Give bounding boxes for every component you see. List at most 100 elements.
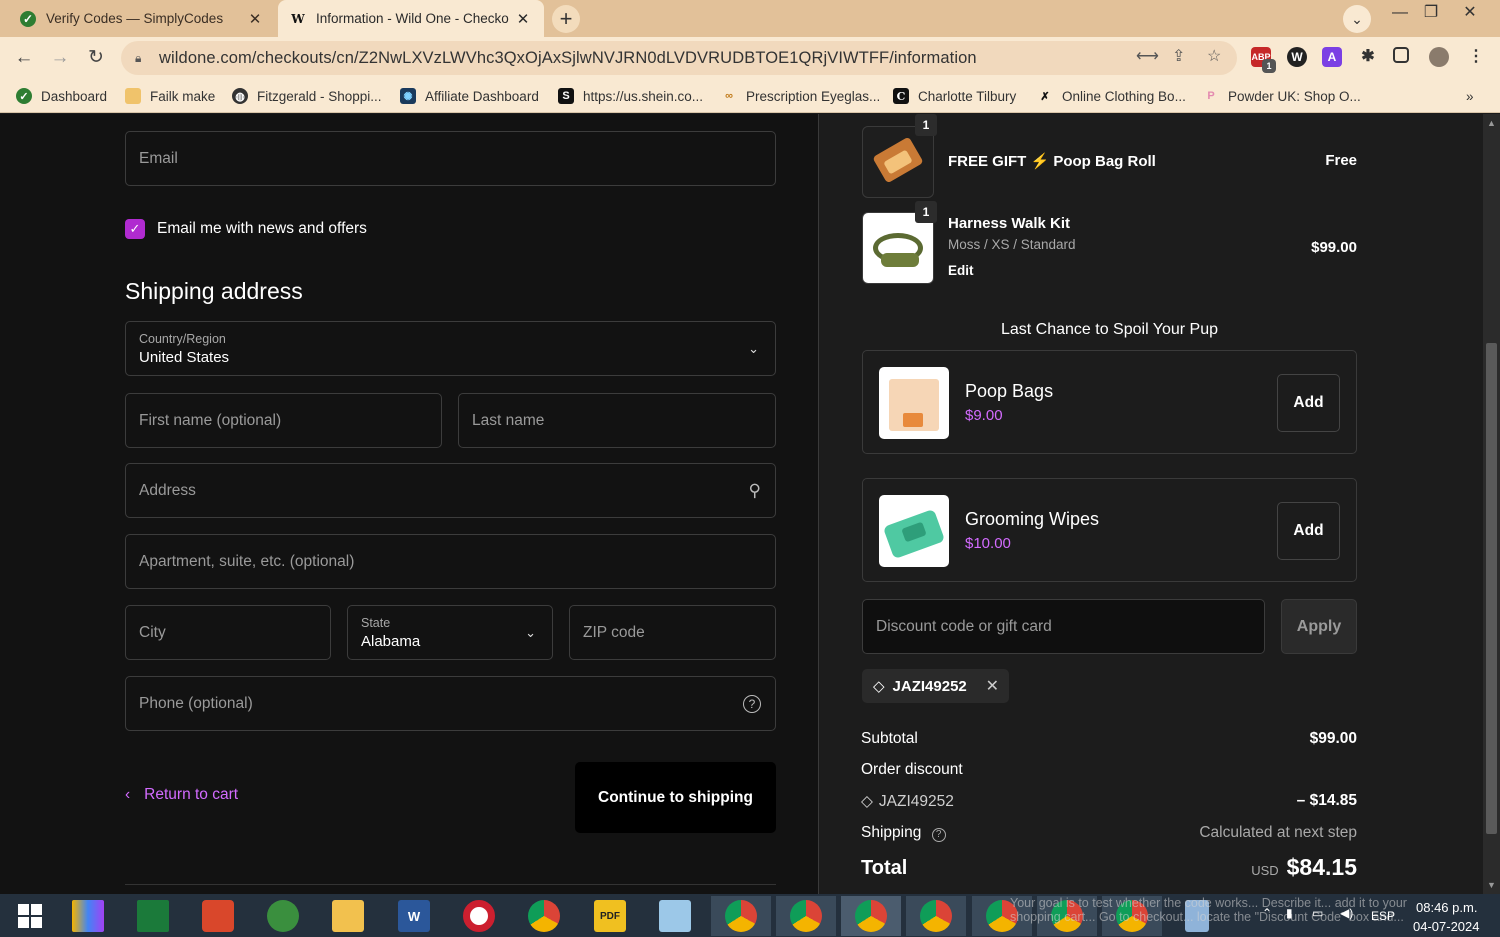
new-tab-button[interactable]: + <box>552 5 580 33</box>
bookmark-fitzgerald[interactable]: ◍ Fitzgerald - Shoppi... <box>232 85 382 107</box>
first-name-placeholder: First name (optional) <box>139 411 282 429</box>
language-indicator[interactable]: ESP <box>1371 909 1395 923</box>
close-tab-icon[interactable]: ✕ <box>246 10 264 28</box>
tab-verify-codes[interactable]: ✓ Verify Codes — SimplyCodes ✕ <box>8 0 276 37</box>
first-name-field[interactable]: First name (optional) <box>125 393 442 448</box>
country-select[interactable]: Country/Region United States ⌄ <box>125 321 776 376</box>
a-extension-icon[interactable]: A <box>1322 47 1342 67</box>
bookmark-powder-uk[interactable]: P Powder UK: Shop O... <box>1203 85 1360 107</box>
clock-time[interactable]: 08:46 p.m. <box>1416 900 1477 915</box>
total-value: $84.15 <box>1286 854 1357 880</box>
edit-item-link[interactable]: Edit <box>948 263 974 278</box>
app-paint-icon[interactable] <box>188 896 248 936</box>
phone-field[interactable]: Phone (optional) ? <box>125 676 776 731</box>
wild-extension-icon[interactable]: W <box>1287 47 1307 67</box>
tray-network-icon[interactable]: ▮ <box>1286 906 1293 920</box>
word-icon[interactable]: W <box>384 896 444 936</box>
app-colorful-icon[interactable] <box>58 896 118 936</box>
back-arrow-icon[interactable]: ← <box>11 45 37 71</box>
shipping-label: Shipping ? <box>861 824 946 842</box>
share-icon[interactable]: ⇪ <box>1172 46 1185 66</box>
file-explorer-icon[interactable] <box>318 896 378 936</box>
subtotal-label: Subtotal <box>861 730 918 747</box>
chrome-icon[interactable] <box>514 896 574 936</box>
apply-discount-button[interactable]: Apply <box>1281 599 1357 654</box>
continue-to-shipping-button[interactable]: Continue to shipping <box>575 762 776 833</box>
poop-bag-roll-image <box>862 126 934 198</box>
page-scrollbar[interactable]: ▲ ▼ <box>1483 114 1500 894</box>
bookmark-failk-make[interactable]: Failk make <box>125 85 215 107</box>
scroll-up-icon[interactable]: ▲ <box>1483 118 1500 128</box>
scroll-thumb[interactable] <box>1486 343 1497 834</box>
side-panel-icon[interactable] <box>1393 47 1409 63</box>
tray-display-icon[interactable]: ▭ <box>1312 906 1323 920</box>
apartment-field[interactable]: Apartment, suite, etc. (optional) <box>125 534 776 589</box>
profile-avatar[interactable] <box>1429 47 1449 67</box>
clock-date[interactable]: 04-07-2024 <box>1413 919 1480 934</box>
bookmark-dashboard[interactable]: ✓ Dashboard <box>16 85 107 107</box>
search-icon[interactable]: ⚲ <box>749 481 761 501</box>
pdf-icon[interactable]: PDF <box>580 896 640 936</box>
close-tab-icon[interactable]: ✕ <box>514 10 532 28</box>
chrome-window-icon[interactable] <box>776 896 836 936</box>
return-to-cart-link[interactable]: ‹ Return to cart <box>125 786 238 804</box>
scroll-down-icon[interactable]: ▼ <box>1483 880 1500 890</box>
state-select[interactable]: State Alabama ⌄ <box>347 605 553 660</box>
bookmark-affiliate-dashboard[interactable]: ✺ Affiliate Dashboard <box>400 85 539 107</box>
applied-code: JAZI49252 <box>892 677 967 695</box>
newsletter-checkbox[interactable]: ✓ <box>125 219 145 239</box>
chrome-window-icon[interactable] <box>711 896 771 936</box>
app-globe-icon[interactable] <box>253 896 313 936</box>
bookmark-star-icon[interactable]: ☆ <box>1207 46 1221 66</box>
tray-up-arrow-icon[interactable]: ⌃ <box>1262 906 1272 920</box>
email-field[interactable]: Email <box>125 131 776 186</box>
remove-code-icon[interactable]: ✕ <box>986 676 999 696</box>
bookmark-online-clothing[interactable]: ✗ Online Clothing Bo... <box>1037 85 1185 107</box>
tab-title: Information - Wild One - Checko <box>316 11 509 26</box>
chrome-window-icon[interactable] <box>841 896 901 936</box>
chrome-window-icon[interactable] <box>906 896 966 936</box>
address-field[interactable]: Address ⚲ <box>125 463 776 518</box>
translate-icon[interactable]: ⟷ <box>1136 46 1159 66</box>
extensions-puzzle-icon[interactable]: ✱ <box>1358 47 1378 67</box>
restore-window-icon[interactable]: ❐ <box>1413 0 1449 30</box>
last-name-field[interactable]: Last name <box>458 393 776 448</box>
tab-search-chevron-icon[interactable]: ⌄ <box>1343 5 1371 33</box>
add-poop-bags-button[interactable]: Add <box>1277 374 1340 432</box>
help-question-icon[interactable]: ? <box>743 694 761 713</box>
menu-kebab-icon[interactable]: ⋮ <box>1466 47 1486 67</box>
discount-code-input[interactable]: Discount code or gift card <box>862 599 1265 654</box>
bookmark-shein[interactable]: S https://us.shein.co... <box>558 85 703 107</box>
bookmark-label: Dashboard <box>41 88 108 104</box>
total-label: Total <box>861 857 908 879</box>
close-window-icon[interactable]: ✕ <box>1452 0 1488 30</box>
app-notes-icon[interactable] <box>645 896 705 936</box>
forward-arrow-icon[interactable]: → <box>47 45 73 71</box>
address-bar[interactable]: 🔒︎ wildone.com/checkouts/cn/Z2NwLXVzLWVh… <box>121 41 1237 75</box>
folder-icon <box>125 88 141 104</box>
applied-discount-chip: ◇ JAZI49252 ✕ <box>862 669 1009 703</box>
city-field[interactable]: City <box>125 605 331 660</box>
reload-icon[interactable]: ↻ <box>83 45 109 71</box>
opera-icon[interactable] <box>449 896 509 936</box>
subtotal-value: $99.00 <box>1309 730 1357 747</box>
tray-volume-icon[interactable]: ◀) <box>1340 906 1353 920</box>
upsell-title: Last Chance to Spoil Your Pup <box>1000 321 1219 338</box>
tag-icon: ◇ <box>861 793 873 810</box>
add-grooming-wipes-button[interactable]: Add <box>1277 502 1340 560</box>
bookmark-charlotte-tilbury[interactable]: C Charlotte Tilbury <box>893 85 1016 107</box>
windows-start-icon[interactable] <box>0 896 60 936</box>
discount-value: – $14.85 <box>1296 792 1357 809</box>
help-question-icon[interactable]: ? <box>931 828 946 842</box>
app-circuit-icon[interactable] <box>123 896 183 936</box>
more-bookmarks-chevron-icon[interactable]: » <box>1466 85 1474 107</box>
bookmark-prescription-eyeglasses[interactable]: ∞ Prescription Eyeglas... <box>721 85 880 107</box>
bookmark-favicon-icon: ✓ <box>16 88 32 104</box>
zip-code-field[interactable]: ZIP code <box>569 605 776 660</box>
cart-item-name: FREE GIFT ⚡ Poop Bag Roll <box>948 153 1156 170</box>
cart-item-name: Harness Walk Kit <box>948 215 1070 232</box>
upsell-name: Grooming Wipes <box>965 509 1100 529</box>
upsell-price: $10.00 <box>965 535 1011 552</box>
tab-wild-one-checkout[interactable]: W Information - Wild One - Checko ✕ <box>278 0 544 37</box>
extension-badge: 1 <box>1262 59 1276 73</box>
